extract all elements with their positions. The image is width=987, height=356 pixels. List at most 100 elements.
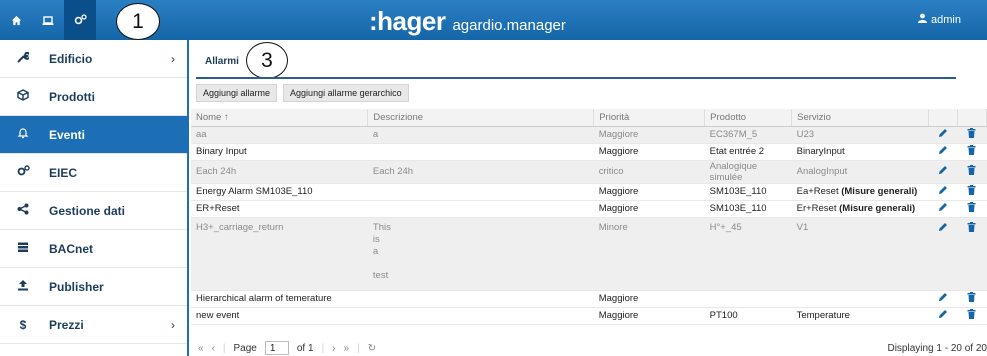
chevron-right-icon: › (171, 51, 175, 66)
sidebar: Edificio › Prodotti Eventi EIEC Gestione… (0, 40, 189, 356)
edit-pencil-icon[interactable] (938, 203, 948, 215)
table-row[interactable]: Each 24h Each 24h critico Analogique simulé… (191, 160, 987, 184)
table-row[interactable]: Energy Alarm SM103E_110 Maggiore SM103E_11… (191, 183, 987, 201)
last-page-button[interactable]: » (344, 343, 350, 354)
top-icon-group (0, 0, 96, 40)
separator: | (222, 342, 226, 354)
cell-descrizione: Each 24h (367, 160, 594, 184)
cell-descrizione: a (367, 126, 594, 144)
separator: | (321, 342, 325, 354)
cell-priorita: Maggiore (593, 126, 705, 144)
cell-prodotto: SM103E_110 (704, 183, 792, 201)
sidebar-item-eventi[interactable]: Eventi (0, 116, 187, 154)
share-icon (14, 203, 32, 218)
table-row[interactable]: aa a Maggiore EC367M_5 U23 (191, 126, 987, 144)
cell-nome: H3+_carriage_return (191, 217, 368, 291)
cell-descrizione (367, 307, 594, 325)
page-title: Allarmi (205, 56, 239, 67)
edit-pencil-icon[interactable] (938, 310, 948, 322)
edit-cell (928, 200, 958, 218)
user-name: admin (931, 13, 961, 26)
sidebar-item-bacnet[interactable]: BACnet (0, 230, 187, 268)
refresh-icon[interactable]: ↻ (368, 343, 376, 354)
prev-page-button[interactable]: ‹ (212, 343, 215, 354)
user-menu[interactable]: admin (918, 13, 961, 26)
cell-descrizione (367, 183, 594, 201)
cell-prodotto: H°+_45 (704, 217, 792, 291)
trash-icon[interactable] (967, 221, 976, 235)
gears-icon[interactable] (64, 0, 96, 40)
edit-pencil-icon[interactable] (938, 186, 948, 198)
edit-cell (928, 143, 958, 161)
edit-cell (928, 290, 958, 308)
trash-icon[interactable] (967, 185, 976, 198)
add-hierarchical-alarm-button[interactable]: Aggiungi allarme gerarchico (283, 84, 409, 102)
cell-servizio: Er+Reset (Misure generali) (791, 200, 929, 218)
trash-icon[interactable] (967, 309, 976, 322)
cell-prodotto (704, 290, 792, 308)
cell-nome: Hierarchical alarm of temerature (191, 290, 368, 308)
servizio-text: Ea+Reset (796, 186, 842, 197)
edit-pencil-icon[interactable] (938, 166, 948, 178)
cell-servizio (791, 290, 929, 308)
trash-icon[interactable] (967, 202, 976, 215)
edit-cell (928, 183, 958, 201)
table-row[interactable]: new event Maggiore PT100 Temperature (191, 307, 987, 325)
cell-priorita: Maggiore (593, 143, 705, 161)
title-underline (196, 77, 956, 79)
sidebar-item-prezzi[interactable]: $ Prezzi › (0, 306, 187, 344)
delete-cell (957, 200, 987, 218)
sidebar-item-label: BACnet (49, 241, 93, 256)
column-header-prodotto[interactable]: Prodotto (704, 109, 793, 127)
edit-cell (928, 160, 958, 184)
sidebar-item-label: Prodotti (49, 89, 95, 104)
servizio-text: Er+Reset (796, 203, 840, 214)
box-icon (14, 89, 32, 104)
sidebar-item-eiec[interactable]: EIEC (0, 154, 187, 192)
edit-pencil-icon[interactable] (938, 129, 948, 141)
bell-icon (14, 127, 32, 142)
sidebar-item-gestione-dati[interactable]: Gestione dati (0, 192, 187, 230)
column-header-priorita[interactable]: Priorità (593, 109, 706, 127)
add-alarm-button[interactable]: Aggiungi allarme (196, 84, 278, 102)
cell-nome: Binary Input (191, 143, 368, 161)
edit-pencil-icon[interactable] (938, 146, 948, 158)
page-label: Page (233, 342, 257, 354)
table-row[interactable]: H3+_carriage_return This is a test Minore H… (191, 217, 987, 291)
edit-cell (928, 126, 958, 144)
logo-product: agardio.manager (452, 17, 566, 34)
trash-icon[interactable] (967, 165, 976, 178)
trash-icon[interactable] (967, 292, 976, 305)
trash-icon[interactable] (967, 145, 976, 158)
column-header-servizio[interactable]: Servizio (791, 109, 930, 127)
next-page-button[interactable]: › (332, 343, 335, 354)
cell-nome: aa (191, 126, 368, 144)
cell-prodotto: Analogique simulée (704, 160, 792, 184)
cell-priorita: Maggiore (593, 307, 705, 325)
first-page-button[interactable]: « (198, 343, 204, 354)
server-icon (14, 241, 32, 256)
delete-cell (957, 290, 987, 308)
edit-pencil-icon[interactable] (938, 293, 948, 305)
table-row[interactable]: Hierarchical alarm of temerature Maggiore (191, 290, 987, 308)
servizio-group: (Misure generali) (841, 186, 918, 197)
cell-prodotto: SM103E_110 (704, 200, 792, 218)
sidebar-item-prodotti[interactable]: Prodotti (0, 78, 187, 116)
table-row[interactable]: ER+Reset Maggiore SM103E_110 Er+Reset (Misu… (191, 200, 987, 218)
monitor-icon[interactable] (32, 0, 64, 40)
table-row[interactable]: Binary Input Maggiore Etat entrée 2 BinaryI… (191, 143, 987, 161)
page-number-input[interactable] (264, 341, 289, 355)
column-header-nome[interactable]: Nome ↑ (191, 109, 369, 127)
trash-icon[interactable] (967, 128, 976, 141)
edit-cell (928, 217, 958, 291)
home-icon[interactable] (0, 0, 32, 40)
sidebar-item-publisher[interactable]: Publisher (0, 268, 187, 306)
cell-descrizione: This is a test (367, 217, 594, 291)
sidebar-item-label: Prezzi (49, 317, 84, 332)
edit-pencil-icon[interactable] (938, 222, 948, 235)
sidebar-item-edificio[interactable]: Edificio › (0, 40, 187, 78)
cell-descrizione (367, 200, 594, 218)
column-header-delete (957, 109, 987, 127)
column-header-descrizione[interactable]: Descrizione (367, 109, 595, 127)
sidebar-item-label: Eventi (49, 127, 86, 142)
